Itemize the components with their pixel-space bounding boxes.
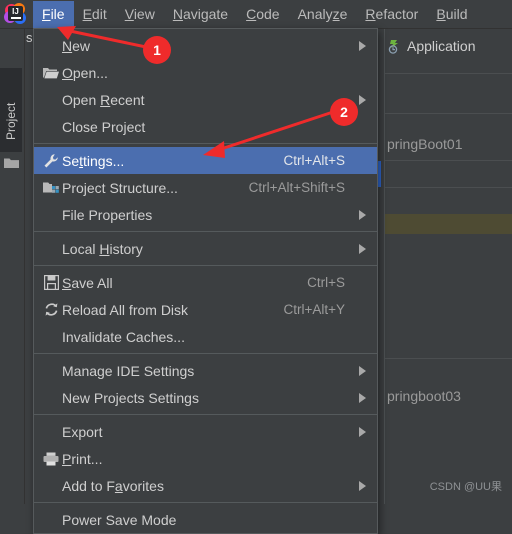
menu-item-add-to-favorites[interactable]: Add to Favorites <box>34 472 377 499</box>
menu-item-project-structure[interactable]: Project Structure... Ctrl+Alt+Shift+S <box>34 174 377 201</box>
menu-item-label: Save All <box>62 274 113 291</box>
menu-item-reload-all-from-disk[interactable]: Reload All from Disk Ctrl+Alt+Y <box>34 296 377 323</box>
menu-item-label: File Properties <box>62 206 153 223</box>
folder-open-icon <box>40 64 62 82</box>
menu-item-shortcut: Ctrl+Alt+Shift+S <box>248 180 345 195</box>
menu-item-label: Manage IDE Settings <box>62 362 195 379</box>
menu-item-no-icon <box>40 423 62 441</box>
menu-bar: IJ File Edit View Navigate Code Analyze Refact… <box>0 0 512 29</box>
run-configuration[interactable]: Application <box>388 38 476 54</box>
menu-item-shortcut: Ctrl+S <box>307 275 345 290</box>
menu-item-label: Open... <box>62 64 108 81</box>
pane-divider-1 <box>385 73 512 74</box>
submenu-arrow-icon <box>355 94 369 105</box>
menubar-item-view[interactable]: View <box>116 1 164 28</box>
menu-item-no-icon <box>40 362 62 380</box>
menu-separator <box>34 143 377 144</box>
menu-item-invalidate-caches[interactable]: Invalidate Caches... <box>34 323 377 350</box>
project-tab-label: Project <box>4 102 18 140</box>
menu-item-label: New Projects Settings <box>62 389 199 406</box>
printer-icon <box>40 450 62 468</box>
submenu-arrow-icon <box>355 480 369 491</box>
menu-item-shortcut: Ctrl+Alt+Y <box>283 302 345 317</box>
intellij-idea-logo-icon: IJ <box>3 1 29 27</box>
highlighted-row-band <box>385 214 512 234</box>
menu-item-label: Reload All from Disk <box>62 301 189 318</box>
menu-item-settings[interactable]: Settings... Ctrl+Alt+S <box>34 147 377 174</box>
menu-item-label: Project Structure... <box>62 179 178 196</box>
menu-item-new-projects-settings[interactable]: New Projects Settings <box>34 384 377 411</box>
menu-item-export[interactable]: Export <box>34 418 377 445</box>
menu-item-open-recent[interactable]: Open Recent <box>34 86 377 113</box>
menu-bar-items: File Edit View Navigate Code Analyze Refactor B… <box>33 0 477 28</box>
menubar-item-file[interactable]: File <box>33 0 74 28</box>
menubar-item-navigate[interactable]: Navigate <box>164 1 237 28</box>
menu-separator <box>34 414 377 415</box>
menu-item-power-save-mode[interactable]: Power Save Mode <box>34 506 377 533</box>
menu-item-label: Invalidate Caches... <box>62 328 185 345</box>
menu-item-no-icon <box>40 240 62 258</box>
menu-item-no-icon <box>40 511 62 529</box>
menu-item-label: New <box>62 37 91 54</box>
menu-item-local-history[interactable]: Local History <box>34 235 377 262</box>
menu-separator <box>34 265 377 266</box>
menu-item-no-icon <box>40 118 62 136</box>
reload-icon <box>40 301 62 319</box>
menu-item-no-icon <box>40 328 62 346</box>
submenu-arrow-icon <box>355 243 369 254</box>
menubar-item-code[interactable]: Code <box>237 1 288 28</box>
menu-item-file-properties[interactable]: File Properties <box>34 201 377 228</box>
folder-icon <box>4 156 19 168</box>
menu-item-no-icon <box>40 206 62 224</box>
project-tree-node-1[interactable]: pringBoot01 <box>387 136 463 152</box>
left-tool-strip: Project <box>0 28 25 504</box>
menu-separator <box>34 231 377 232</box>
spring-boot-icon <box>388 39 402 54</box>
menu-item-close-project[interactable]: Close Project <box>34 113 377 140</box>
menu-item-label: Add to Favorites <box>62 477 164 494</box>
file-menu-popup[interactable]: New Open... Open Recent Close Project Settin… <box>33 28 378 534</box>
submenu-arrow-icon <box>355 392 369 403</box>
menu-item-label: Open Recent <box>62 91 145 108</box>
menu-separator <box>34 353 377 354</box>
editor-right-pane: Application pringBoot01 pringboot03 <box>376 28 512 504</box>
pane-divider-5 <box>385 358 512 359</box>
save-icon <box>40 274 62 292</box>
menu-item-print[interactable]: Print... <box>34 445 377 472</box>
menu-item-label: Print... <box>62 450 103 467</box>
submenu-arrow-icon <box>355 209 369 220</box>
menu-separator <box>34 502 377 503</box>
menu-item-manage-ide-settings[interactable]: Manage IDE Settings <box>34 357 377 384</box>
pane-divider-4 <box>385 187 512 188</box>
menubar-item-refactor[interactable]: Refactor <box>356 1 427 28</box>
watermark: CSDN @UU果 <box>429 481 502 493</box>
menu-item-label: Close Project <box>62 118 146 135</box>
menu-item-label: Settings... <box>62 152 125 169</box>
menu-item-open[interactable]: Open... <box>34 59 377 86</box>
project-tree-node-2[interactable]: pringboot03 <box>387 388 461 404</box>
menu-item-no-icon <box>40 37 62 55</box>
submenu-arrow-icon <box>355 426 369 437</box>
menu-item-no-icon <box>40 91 62 109</box>
submenu-arrow-icon <box>355 365 369 376</box>
menubar-item-build[interactable]: Build <box>427 1 476 28</box>
menu-item-no-icon <box>40 389 62 407</box>
sidebar-item-project[interactable]: Project <box>0 68 22 152</box>
wrench-icon <box>40 152 62 170</box>
pane-divider-2 <box>385 113 512 114</box>
pane-divider-3 <box>385 160 512 161</box>
menu-item-label: Local History <box>62 240 143 257</box>
run-configuration-label: Application <box>407 38 476 54</box>
menubar-item-edit[interactable]: Edit <box>74 1 116 28</box>
menu-item-save-all[interactable]: Save All Ctrl+S <box>34 269 377 296</box>
submenu-arrow-icon <box>355 40 369 51</box>
project-structure-icon <box>40 179 62 197</box>
menu-item-new[interactable]: New <box>34 32 377 59</box>
menu-item-label: Export <box>62 423 103 440</box>
menu-item-shortcut: Ctrl+Alt+S <box>283 153 345 168</box>
menubar-item-analyze[interactable]: Analyze <box>289 1 357 28</box>
menu-item-label: Power Save Mode <box>62 511 177 528</box>
menu-item-no-icon <box>40 477 62 495</box>
